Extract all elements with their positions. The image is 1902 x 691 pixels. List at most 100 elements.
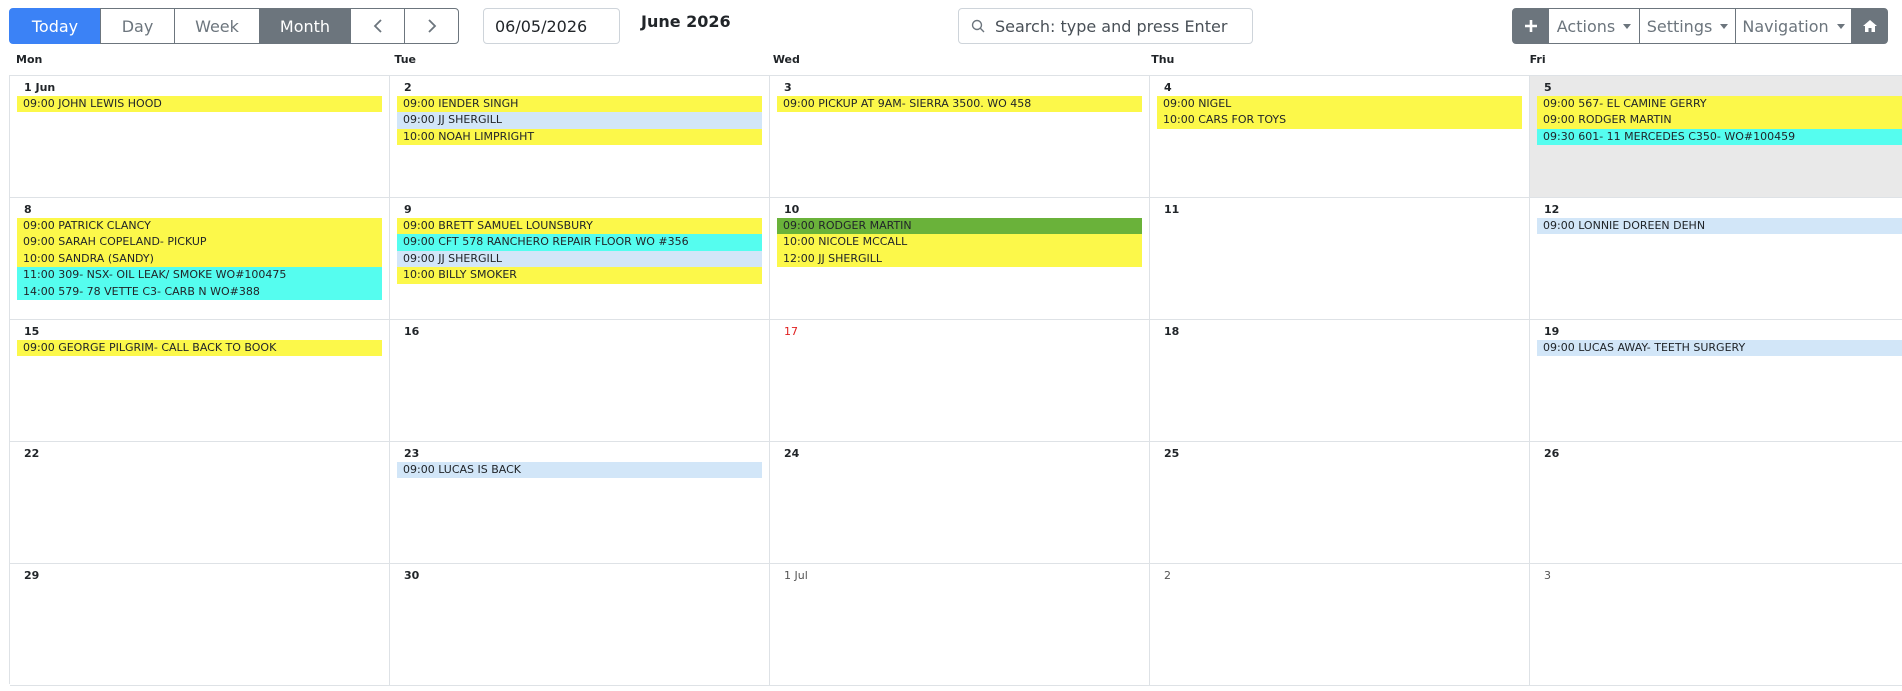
- home-button[interactable]: [1851, 8, 1888, 44]
- calendar-event[interactable]: 09:00 JJ SHERGILL: [397, 250, 762, 268]
- day-number[interactable]: 2: [404, 81, 412, 94]
- day-cell[interactable]: 4 09:00 NIGEL 10:00 CARS FOR TOYS: [1150, 76, 1530, 198]
- day-number[interactable]: 15: [24, 325, 39, 338]
- day-cell[interactable]: 30: [390, 564, 770, 686]
- calendar-event[interactable]: 09:00 LONNIE DOREEN DEHN: [1537, 218, 1902, 235]
- month-view-button[interactable]: Month: [259, 8, 351, 44]
- day-number[interactable]: 11: [1164, 203, 1179, 216]
- day-cell[interactable]: 26: [1530, 442, 1902, 564]
- day-cell[interactable]: 3: [1530, 564, 1902, 686]
- month-grid: 1 Jun 09:00 JOHN LEWIS HOOD 2 09:00 IENDER …: [9, 75, 1902, 686]
- dow-mon: Mon: [16, 53, 43, 66]
- view-button-group: Today Day Week Month: [9, 8, 459, 44]
- calendar-event[interactable]: 12:00 JJ SHERGILL: [777, 250, 1142, 268]
- day-cell[interactable]: 15 09:00 GEORGE PILGRIM- CALL BACK TO BOO…: [10, 320, 390, 442]
- day-number[interactable]: 26: [1544, 447, 1559, 460]
- day-number[interactable]: 12: [1544, 203, 1559, 216]
- calendar-event[interactable]: 10:00 BILLY SMOKER: [397, 267, 762, 284]
- calendar-event[interactable]: 09:00 LUCAS IS BACK: [397, 462, 762, 479]
- search-input[interactable]: Search: type and press Enter: [958, 8, 1253, 44]
- day-cell[interactable]: 2: [1150, 564, 1530, 686]
- calendar-event[interactable]: 09:00 BRETT SAMUEL LOUNSBURY: [397, 218, 762, 235]
- day-number[interactable]: 29: [24, 569, 39, 582]
- day-cell[interactable]: 9 09:00 BRETT SAMUEL LOUNSBURY 09:00 CFT 5…: [390, 198, 770, 320]
- calendar-event[interactable]: 14:00 579- 78 VETTE C3- CARB N WO#388: [17, 283, 382, 300]
- event-list: 09:00 PICKUP AT 9AM- SIERRA 3500. WO 458: [777, 96, 1142, 113]
- calendar-event[interactable]: 09:00 RODGER MARTIN: [777, 218, 1142, 235]
- calendar-event[interactable]: 09:00 567- EL CAMINE GERRY: [1537, 96, 1902, 113]
- search-icon: [971, 19, 985, 33]
- day-cell[interactable]: 17: [770, 320, 1150, 442]
- previous-button[interactable]: [350, 8, 405, 44]
- day-number[interactable]: 16: [404, 325, 419, 338]
- calendar-event[interactable]: 09:00 JJ SHERGILL: [397, 112, 762, 129]
- calendar-event[interactable]: 10:00 CARS FOR TOYS: [1157, 112, 1522, 129]
- day-cell[interactable]: 22: [10, 442, 390, 564]
- day-number[interactable]: 25: [1164, 447, 1179, 460]
- calendar-event[interactable]: 09:30 601- 11 MERCEDES C350- WO#100459: [1537, 128, 1902, 146]
- calendar-event[interactable]: 09:00 CFT 578 RANCHERO REPAIR FLOOR WO #…: [397, 234, 762, 251]
- day-cell[interactable]: 11: [1150, 198, 1530, 320]
- day-number[interactable]: 9: [404, 203, 412, 216]
- day-number[interactable]: 8: [24, 203, 32, 216]
- today-button[interactable]: Today: [9, 8, 101, 44]
- calendar-event[interactable]: 09:00 LUCAS AWAY- TEETH SURGERY: [1537, 340, 1902, 357]
- calendar-event[interactable]: 11:00 309- NSX- OIL LEAK/ SMOKE WO#10047…: [17, 267, 382, 284]
- day-cell[interactable]: 1 Jun 09:00 JOHN LEWIS HOOD: [10, 76, 390, 198]
- day-cell[interactable]: 29: [10, 564, 390, 686]
- day-number[interactable]: 5: [1544, 81, 1552, 94]
- calendar-event[interactable]: 10:00 NICOLE MCCALL: [777, 234, 1142, 251]
- calendar-event[interactable]: 09:00 JOHN LEWIS HOOD: [17, 96, 382, 113]
- date-picker-input[interactable]: 06/05/2026: [483, 8, 620, 44]
- day-cell[interactable]: 23 09:00 LUCAS IS BACK: [390, 442, 770, 564]
- calendar-event[interactable]: 09:00 PICKUP AT 9AM- SIERRA 3500. WO 458: [777, 96, 1142, 113]
- day-number[interactable]: 30: [404, 569, 419, 582]
- calendar-event[interactable]: 09:00 IENDER SINGH: [397, 96, 762, 113]
- day-number[interactable]: 23: [404, 447, 419, 460]
- day-cell[interactable]: 2 09:00 IENDER SINGH 09:00 JJ SHERGILL 10:0…: [390, 76, 770, 198]
- calendar-event[interactable]: 09:00 RODGER MARTIN: [1537, 112, 1902, 129]
- day-number[interactable]: 2: [1164, 569, 1171, 582]
- calendar-event[interactable]: 09:00 PATRICK CLANCY: [17, 218, 382, 235]
- day-cell[interactable]: 25: [1150, 442, 1530, 564]
- calendar-event[interactable]: 09:00 NIGEL: [1157, 96, 1522, 113]
- day-cell[interactable]: 3 09:00 PICKUP AT 9AM- SIERRA 3500. WO 45…: [770, 76, 1150, 198]
- day-number[interactable]: 1 Jul: [784, 569, 808, 582]
- day-number[interactable]: 4: [1164, 81, 1172, 94]
- day-cell[interactable]: 16: [390, 320, 770, 442]
- dow-fri: Fri: [1529, 53, 1546, 66]
- navigation-label: Navigation: [1742, 16, 1829, 36]
- day-cell[interactable]: 10 09:00 RODGER MARTIN 10:00 NICOLE MCCALL…: [770, 198, 1150, 320]
- day-number[interactable]: 1 Jun: [24, 81, 55, 94]
- day-number[interactable]: 22: [24, 447, 39, 460]
- calendar-event[interactable]: 09:00 GEORGE PILGRIM- CALL BACK TO BOOK: [17, 340, 382, 357]
- calendar-event[interactable]: 10:00 SANDRA (SANDY): [17, 250, 382, 268]
- calendar-event[interactable]: 09:00 SARAH COPELAND- PICKUP: [17, 234, 382, 251]
- month-title: June 2026: [641, 12, 731, 31]
- day-number[interactable]: 10: [784, 203, 799, 216]
- day-cell[interactable]: 5 09:00 567- EL CAMINE GERRY 09:00 RODGER …: [1530, 76, 1902, 198]
- week-row: 1 Jun 09:00 JOHN LEWIS HOOD 2 09:00 IENDER …: [10, 76, 1902, 198]
- day-cell[interactable]: 12 09:00 LONNIE DOREEN DEHN: [1530, 198, 1902, 320]
- day-cell[interactable]: 24: [770, 442, 1150, 564]
- day-number[interactable]: 18: [1164, 325, 1179, 338]
- add-button[interactable]: [1512, 8, 1549, 44]
- actions-dropdown[interactable]: Actions: [1548, 8, 1640, 44]
- caret-down-icon: [1720, 23, 1729, 29]
- day-cell[interactable]: 1 Jul: [770, 564, 1150, 686]
- day-number[interactable]: 3: [784, 81, 792, 94]
- day-cell[interactable]: 18: [1150, 320, 1530, 442]
- week-view-button[interactable]: Week: [174, 8, 260, 44]
- calendar-event[interactable]: 10:00 NOAH LIMPRIGHT: [397, 128, 762, 146]
- event-list: 09:00 LUCAS AWAY- TEETH SURGERY: [1537, 340, 1902, 357]
- navigation-dropdown[interactable]: Navigation: [1735, 8, 1852, 44]
- day-cell[interactable]: 8 09:00 PATRICK CLANCY 09:00 SARAH COPELAN…: [10, 198, 390, 320]
- next-button[interactable]: [404, 8, 459, 44]
- settings-dropdown[interactable]: Settings: [1639, 8, 1736, 44]
- day-cell[interactable]: 19 09:00 LUCAS AWAY- TEETH SURGERY: [1530, 320, 1902, 442]
- day-number[interactable]: 3: [1544, 569, 1551, 582]
- day-number[interactable]: 19: [1544, 325, 1559, 338]
- day-view-button[interactable]: Day: [100, 8, 175, 44]
- day-number[interactable]: 24: [784, 447, 799, 460]
- day-number[interactable]: 17: [784, 325, 798, 338]
